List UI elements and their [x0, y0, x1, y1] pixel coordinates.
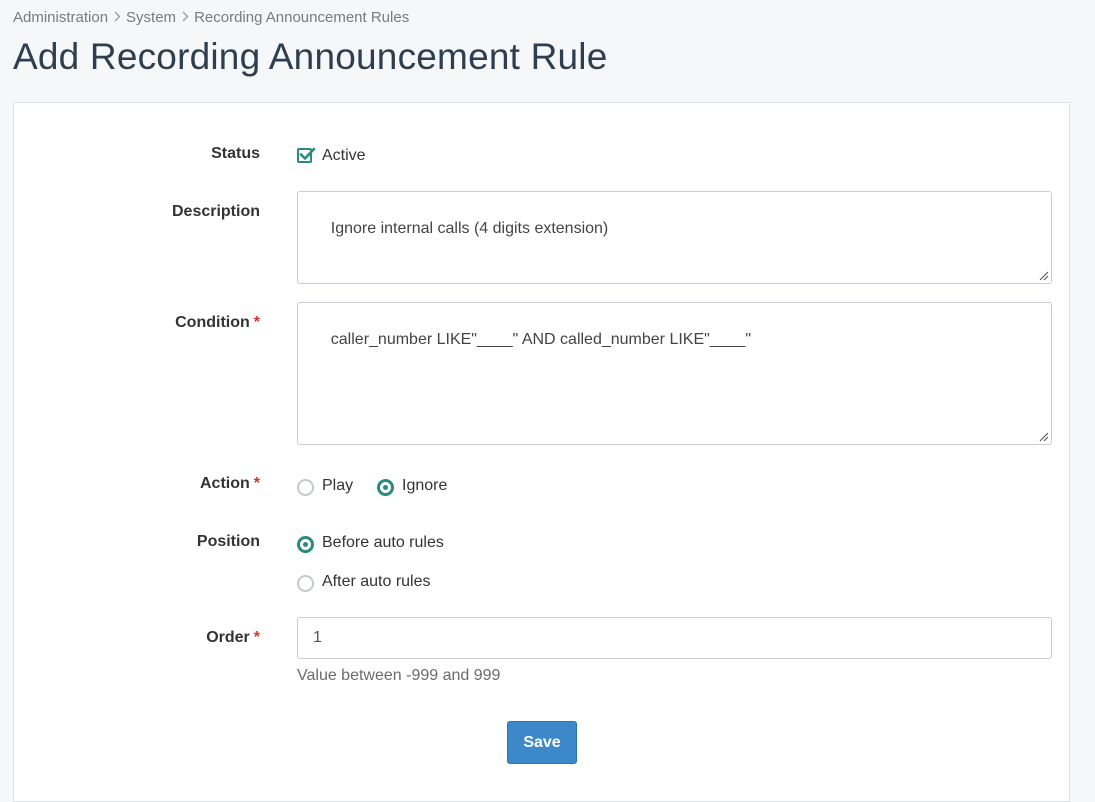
active-checkbox[interactable]	[297, 147, 316, 163]
order-label: Order *	[14, 629, 260, 647]
action-play-label[interactable]: Play	[322, 477, 353, 495]
breadcrumb: Administration System Recording Announce…	[13, 6, 409, 28]
chevron-right-icon	[108, 10, 126, 25]
required-marker: *	[253, 629, 260, 646]
breadcrumb-administration[interactable]: Administration	[13, 9, 108, 26]
breadcrumb-system[interactable]: System	[126, 9, 176, 26]
resize-grip-icon[interactable]	[1039, 271, 1049, 281]
form-panel: Status Active Description Ignore interna…	[13, 102, 1070, 802]
chevron-right-icon	[176, 10, 194, 25]
status-label: Status	[14, 145, 260, 163]
resize-grip-icon[interactable]	[1039, 432, 1049, 442]
action-label: Action *	[14, 475, 260, 493]
check-icon	[299, 147, 316, 160]
condition-label: Condition *	[14, 314, 260, 332]
condition-textarea[interactable]: caller_number LIKE"____" AND called_numb…	[297, 302, 1052, 445]
position-before-radio[interactable]	[297, 536, 314, 553]
order-label-text: Order	[206, 629, 250, 646]
save-button[interactable]: Save	[507, 721, 577, 764]
action-ignore-label[interactable]: Ignore	[402, 477, 447, 495]
required-marker: *	[253, 314, 260, 331]
order-help-text: Value between -999 and 999	[297, 667, 501, 684]
condition-label-text: Condition	[175, 314, 250, 331]
action-ignore-radio[interactable]	[377, 479, 394, 496]
page-title: Add Recording Announcement Rule	[13, 36, 608, 77]
action-play-radio[interactable]	[297, 479, 314, 496]
required-marker: *	[253, 475, 260, 492]
description-label: Description	[14, 203, 260, 221]
description-value: Ignore internal calls (4 digits extensio…	[330, 220, 609, 237]
position-after-radio[interactable]	[297, 575, 314, 592]
position-label: Position	[14, 533, 260, 551]
action-label-text: Action	[199, 475, 250, 492]
position-before-label[interactable]: Before auto rules	[322, 534, 444, 552]
status-label-text: Status	[211, 145, 260, 162]
breadcrumb-recording-announcement-rules[interactable]: Recording Announcement Rules	[194, 9, 409, 26]
description-label-text: Description	[171, 203, 260, 220]
description-textarea[interactable]: Ignore internal calls (4 digits extensio…	[297, 191, 1052, 284]
position-label-text: Position	[196, 533, 260, 550]
order-input[interactable]: 1	[297, 617, 1052, 659]
condition-value: caller_number LIKE"____" AND called_numb…	[330, 331, 752, 348]
position-after-label[interactable]: After auto rules	[322, 573, 431, 591]
active-checkbox-label[interactable]: Active	[322, 147, 366, 165]
